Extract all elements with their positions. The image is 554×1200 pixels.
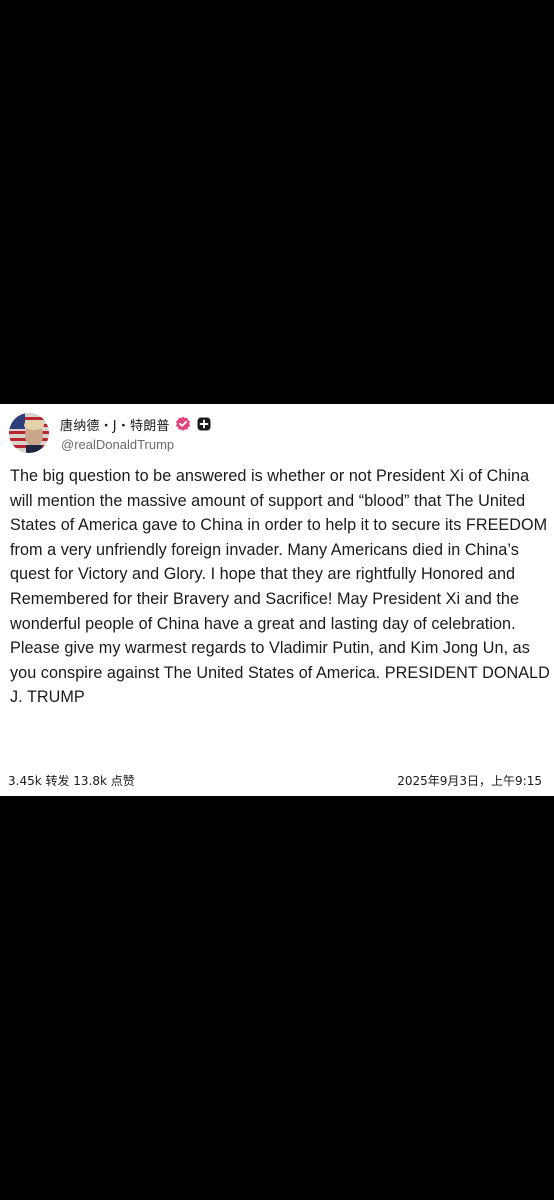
author-row: 唐纳德・J・特朗普 xyxy=(60,414,212,434)
avatar[interactable] xyxy=(9,413,49,453)
author-display-name[interactable]: 唐纳德・J・特朗普 xyxy=(60,415,170,434)
post-body: The big question to be answered is wheth… xyxy=(10,467,550,707)
post-timestamp: 2025年9月3日，上午9:15 xyxy=(397,774,542,788)
avatar-image xyxy=(9,413,49,453)
post-card: 唐纳德・J・特朗普 @realDonaldTrump The big quest… xyxy=(0,404,554,796)
author-handle[interactable]: @realDonaldTrump xyxy=(61,437,174,452)
verified-badge-icon xyxy=(175,416,191,432)
plus-badge-icon xyxy=(196,416,212,432)
post-stats: 3.45k 转发 13.8k 点赞 xyxy=(8,774,135,788)
